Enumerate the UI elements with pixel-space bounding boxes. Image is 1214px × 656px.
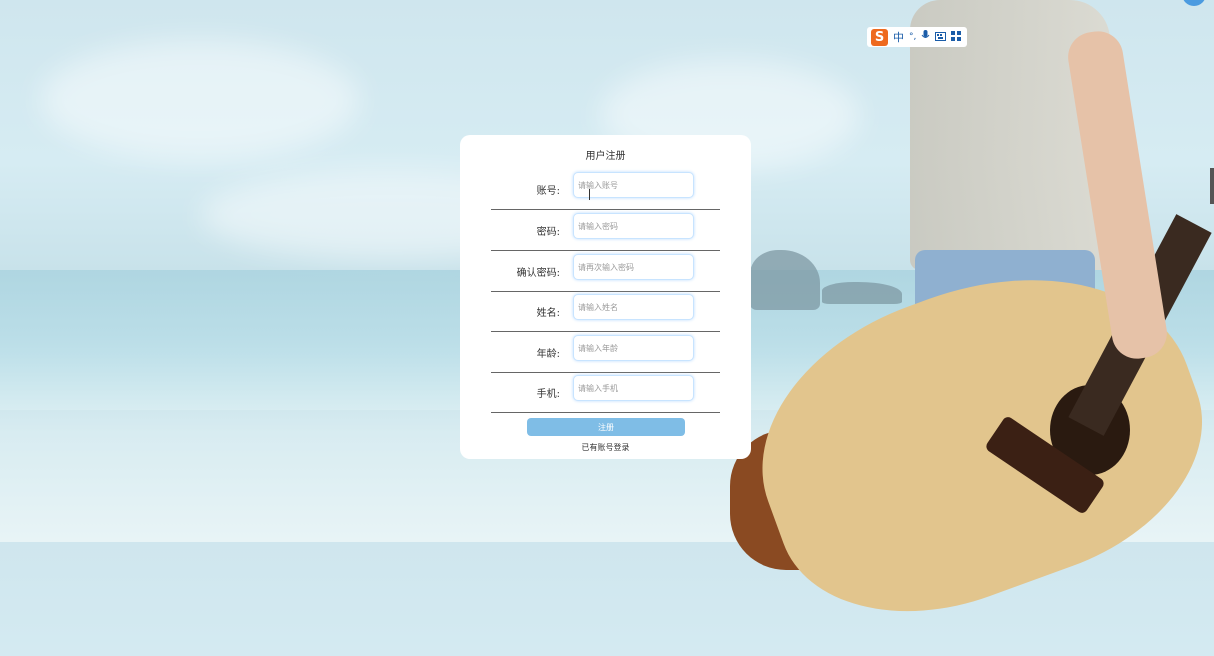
confirm-password-label: 确认密码: xyxy=(516,268,560,279)
corner-widget[interactable] xyxy=(1182,0,1206,6)
phone-label: 手机: xyxy=(536,389,560,400)
text-cursor xyxy=(589,189,590,200)
keyboard-icon[interactable] xyxy=(935,31,947,44)
ime-logo-icon[interactable]: S xyxy=(871,28,888,46)
name-label: 姓名: xyxy=(536,308,560,319)
account-label: 账号: xyxy=(536,186,560,197)
age-row: 年龄: xyxy=(491,331,720,373)
password-row: 密码: xyxy=(491,209,720,251)
ime-mode-toggle[interactable]: 中 xyxy=(893,29,904,45)
login-link[interactable]: 已有账号登录 xyxy=(460,442,751,453)
confirm-password-input[interactable] xyxy=(573,254,694,280)
password-label: 密码: xyxy=(536,227,560,238)
mic-icon[interactable] xyxy=(921,30,930,44)
name-row: 姓名: xyxy=(491,290,720,332)
confirm-password-row: 确认密码: xyxy=(491,250,720,292)
name-input[interactable] xyxy=(573,294,694,320)
phone-input[interactable] xyxy=(573,375,694,401)
phone-row: 手机: xyxy=(491,371,720,413)
punctuation-toggle[interactable]: °, xyxy=(909,32,916,42)
age-label: 年龄: xyxy=(536,349,560,360)
password-input[interactable] xyxy=(573,213,694,239)
register-button[interactable]: 注册 xyxy=(527,418,685,436)
grid-icon[interactable] xyxy=(951,30,962,44)
account-input[interactable] xyxy=(573,172,694,198)
form-title: 用户注册 xyxy=(585,151,626,162)
scrollbar-handle[interactable] xyxy=(1210,168,1214,204)
register-form-card: 用户注册 账号: 密码: 确认密码: 姓名: 年龄: 手机: 注册 已有账号登录 xyxy=(460,135,751,459)
ime-toolbar[interactable]: S 中 °, xyxy=(867,27,967,47)
account-row: 账号: xyxy=(491,168,720,210)
age-input[interactable] xyxy=(573,335,694,361)
